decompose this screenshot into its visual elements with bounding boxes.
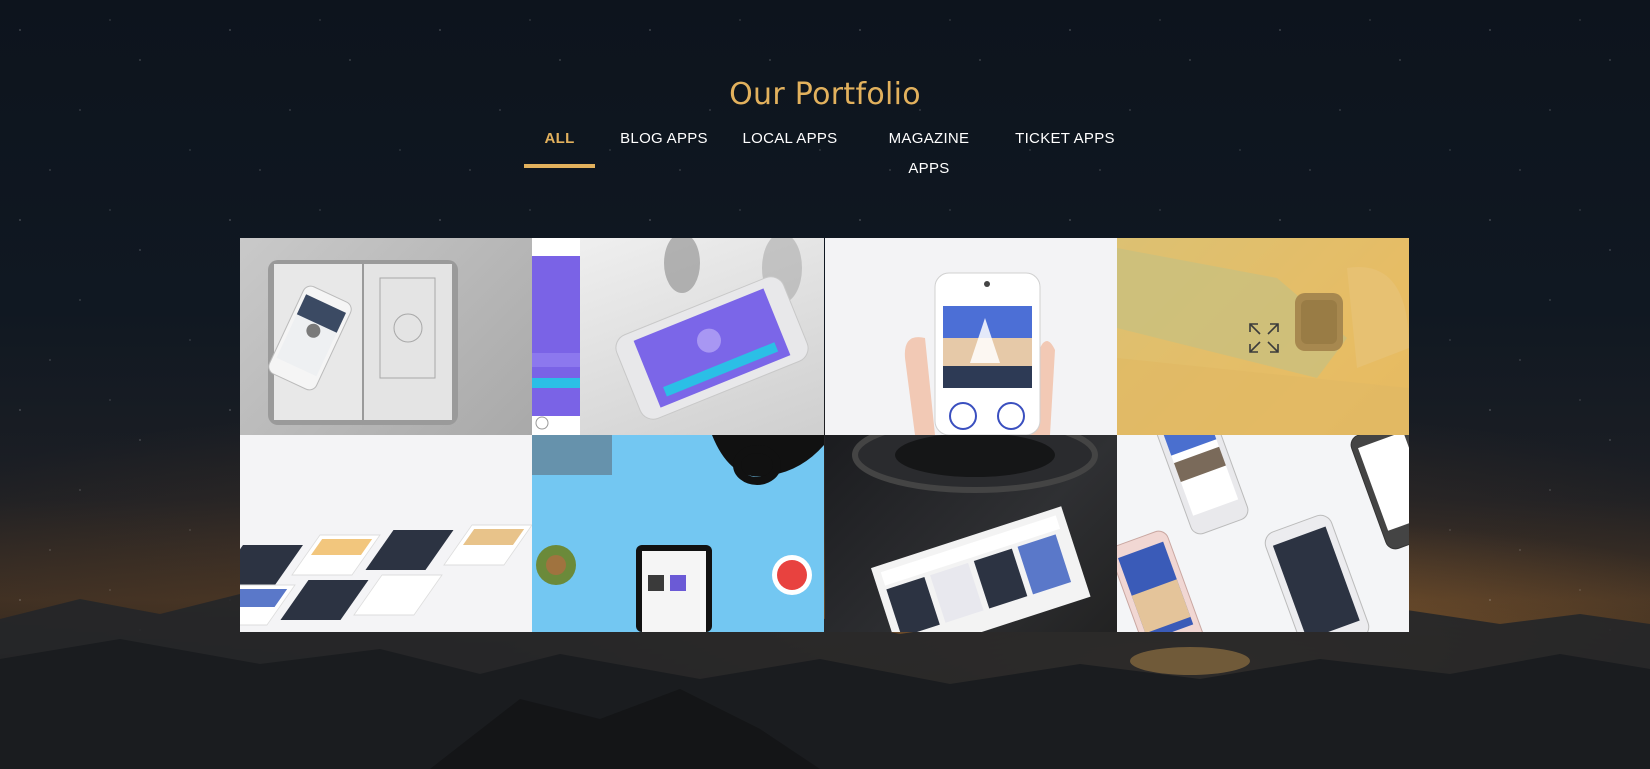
filter-tab-ticket-apps[interactable]: TICKET APPS xyxy=(1015,124,1115,168)
hand-holding-phone-image xyxy=(904,272,1055,435)
filter-tab-blog-apps[interactable]: BLOG APPS xyxy=(620,124,708,168)
phone-on-sketchbook-image xyxy=(268,260,458,425)
portfolio-filter-tabs: ALL BLOG APPS LOCAL APPS MAGAZINE APPS T… xyxy=(0,124,1650,177)
phone-app-purple-image xyxy=(532,238,809,435)
portfolio-item-smartwatch-on-wrist[interactable] xyxy=(1117,238,1409,435)
expand-icon[interactable] xyxy=(1248,322,1280,354)
portfolio-item-tablet-on-blue-desk[interactable] xyxy=(532,435,824,632)
portfolio-item-hand-holding-phone[interactable] xyxy=(825,238,1117,435)
portfolio-item-phone-on-sketchbook[interactable] xyxy=(240,238,532,435)
portfolio-item-phone-app-purple[interactable] xyxy=(532,238,824,435)
phones-on-white-image xyxy=(1117,435,1409,632)
filter-tab-magazine-apps[interactable]: MAGAZINE APPS xyxy=(868,124,990,177)
tablet-on-blue-desk-image xyxy=(532,435,824,632)
tablet-with-camera-lens-image xyxy=(852,435,1098,632)
portfolio-item-tablet-with-camera-lens[interactable] xyxy=(825,435,1117,632)
filter-tab-all[interactable]: ALL xyxy=(524,124,595,168)
portfolio-item-phones-on-white[interactable] xyxy=(1117,435,1409,632)
section-title: Our Portfolio xyxy=(729,76,921,112)
filter-tab-local-apps[interactable]: LOCAL APPS xyxy=(742,124,838,168)
portfolio-grid xyxy=(240,238,1410,632)
app-screens-isometric-image xyxy=(240,524,532,626)
portfolio-item-app-screens-isometric[interactable] xyxy=(240,435,532,632)
